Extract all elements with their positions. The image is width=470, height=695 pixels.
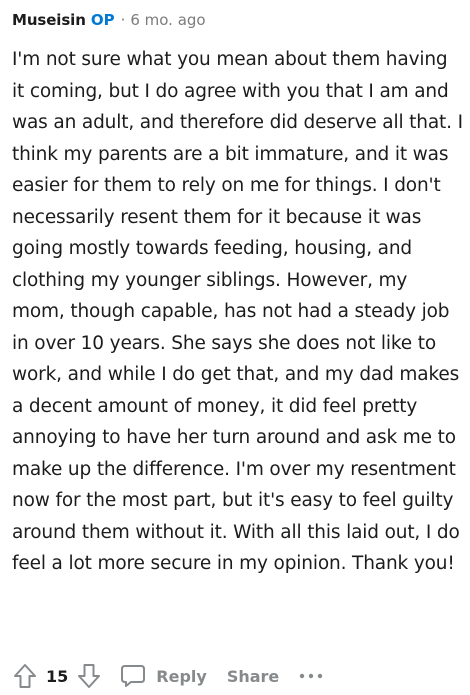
ellipsis-icon[interactable] [299, 662, 323, 690]
comment: Museisin OP · 6 mo. ago I'm not sure wha… [0, 0, 470, 695]
upvote-arrow-icon[interactable] [12, 662, 38, 690]
comment-body: I'm not sure what you mean about them ha… [12, 49, 463, 574]
op-badge: OP [90, 11, 115, 29]
vote-score: 15 [46, 666, 69, 686]
reply-button[interactable]: Reply [120, 664, 207, 688]
meta-separator: · [120, 11, 126, 29]
downvote-arrow-icon[interactable] [76, 662, 102, 690]
reply-label: Reply [156, 666, 207, 686]
speech-bubble-icon [120, 664, 146, 688]
comment-actions: 15 Reply Share [12, 661, 323, 691]
author-username[interactable]: Museisin [12, 11, 86, 29]
comment-header: Museisin OP · 6 mo. ago [12, 9, 206, 31]
share-button[interactable]: Share [227, 667, 279, 686]
comment-timestamp[interactable]: 6 mo. ago [130, 11, 205, 29]
